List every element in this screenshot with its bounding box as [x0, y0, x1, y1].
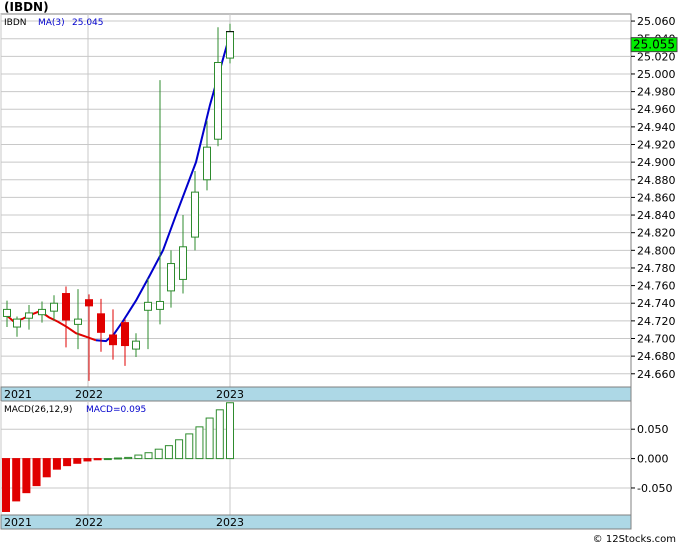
candle-up — [144, 301, 152, 311]
macd-bar-positive — [175, 439, 184, 460]
candle-up — [203, 146, 211, 181]
macd-bar-negative — [32, 458, 41, 487]
macd-legend-value: MACD=0.095 — [86, 405, 146, 415]
price-y-tick-label: 24.920 — [637, 139, 676, 152]
candle-up — [156, 300, 164, 310]
macd-bar-negative — [93, 458, 102, 461]
price-x-tick-label: 2023 — [216, 388, 244, 401]
macd-bar-positive — [144, 452, 153, 460]
price-y-tick-label: 24.720 — [637, 315, 676, 328]
candle-up — [226, 31, 234, 59]
macd-bar-negative — [22, 458, 31, 494]
macd-bar-negative — [52, 458, 61, 470]
price-y-tick-label: 24.860 — [637, 191, 676, 204]
candle-up — [167, 263, 175, 292]
price-y-tick-label: 24.900 — [637, 156, 676, 169]
price-panel: 24.660 24.680 24.700 24.720 24.740 24.760 24.7… — [0, 13, 678, 388]
macd-x-tick-label: 2023 — [216, 516, 244, 529]
price-y-tick-label: 24.800 — [637, 244, 676, 257]
candle-up — [74, 318, 82, 325]
candle-down — [97, 313, 105, 333]
copyright-footer: © 12Stocks.com — [593, 534, 676, 545]
macd-bar-positive — [205, 417, 214, 460]
candle-up — [132, 340, 140, 350]
macd-bar-negative — [73, 458, 82, 464]
price-y-tick-label: 24.940 — [637, 121, 676, 134]
macd-legend-name: MACD(26,12,9) — [4, 405, 72, 415]
candle-down — [109, 334, 117, 346]
price-y-tick-label: 25.060 — [637, 15, 676, 28]
macd-bar-positive — [185, 433, 194, 460]
candle-down — [85, 299, 93, 307]
candle-up — [25, 312, 33, 319]
price-x-tick-label: 2021 — [4, 388, 32, 401]
macd-bar-negative — [63, 458, 72, 467]
macd-bar-negative — [12, 458, 21, 502]
macd-y-tick-label: 0.000 — [637, 453, 669, 466]
macd-bar-negative — [83, 458, 92, 462]
ticker-title: (IBDN) — [4, 0, 49, 14]
price-y-tick-label: 25.020 — [637, 50, 676, 63]
macd-plot-frame — [0, 400, 632, 516]
price-y-tick-label: 24.960 — [637, 103, 676, 116]
price-y-axis: 24.660 24.680 24.700 24.720 24.740 24.760 24.7… — [631, 15, 676, 381]
price-y-tick-label: 24.740 — [637, 297, 676, 310]
price-y-tick-label: 25.000 — [637, 68, 676, 81]
candle-up — [38, 308, 46, 316]
macd-bar-positive — [195, 426, 204, 460]
candle-up — [3, 308, 11, 317]
candle-down — [62, 293, 70, 321]
price-y-tick-label: 24.760 — [637, 280, 676, 293]
macd-x-tick-label: 2021 — [4, 516, 32, 529]
macd-bar-positive — [114, 457, 122, 460]
price-y-tick-label: 24.840 — [637, 209, 676, 222]
candle-up — [50, 302, 58, 312]
price-legend-symbol: IBDN — [4, 18, 27, 28]
macd-x-tick-label: 2022 — [75, 516, 103, 529]
chart-canvas: (IBDN) 24.66024.68024.70024.72024.74024.… — [0, 0, 680, 546]
last-price-label: 25.055 — [633, 38, 675, 52]
macd-bar-positive — [164, 445, 173, 460]
macd-bar-positive — [134, 454, 143, 460]
macd-y-tick-label: 0.050 — [637, 423, 669, 436]
price-x-tick-label: 2022 — [75, 388, 103, 401]
price-y-tick-label: 24.660 — [637, 368, 676, 381]
macd-bar-negative — [42, 458, 51, 478]
candle-down — [121, 322, 129, 347]
price-y-tick-label: 24.780 — [637, 262, 676, 275]
macd-bar-positive — [103, 458, 112, 461]
price-y-tick-label: 24.820 — [637, 227, 676, 240]
price-legend-ma: MA(3) — [38, 18, 65, 28]
candle-up — [179, 246, 187, 280]
price-y-tick-label: 24.980 — [637, 86, 676, 99]
macd-bar-positive — [124, 456, 133, 460]
macd-bar-positive — [154, 448, 163, 460]
candle-up — [214, 61, 222, 140]
price-plot-frame — [0, 13, 632, 388]
price-y-tick-label: 24.700 — [637, 333, 676, 346]
candle-up — [191, 191, 199, 238]
macd-bar-negative — [2, 458, 10, 512]
macd-bar-positive — [226, 402, 234, 460]
price-y-tick-label: 24.680 — [637, 350, 676, 363]
macd-bar-positive — [215, 409, 224, 460]
price-legend-ma-value: 25.045 — [72, 18, 104, 28]
macd-panel: 0.050 0.000 -0.050 MACD(26,12,9) MACD=0.09… — [0, 400, 672, 516]
candle-up — [13, 318, 21, 328]
price-y-tick-label: 24.880 — [637, 174, 676, 187]
macd-y-tick-label: -0.050 — [637, 482, 672, 495]
macd-y-axis: 0.050 0.000 -0.050 — [631, 423, 672, 495]
